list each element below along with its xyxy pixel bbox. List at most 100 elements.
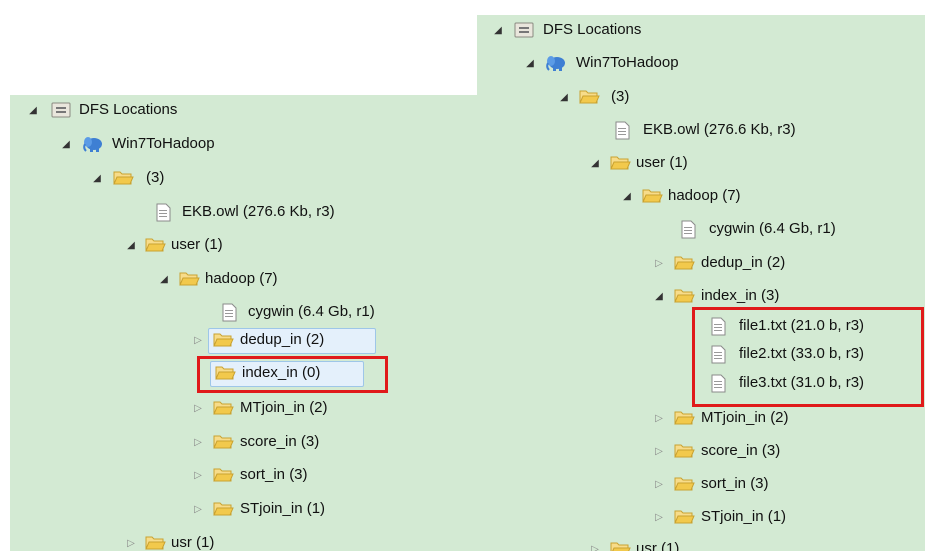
tree-item-label: DFS Locations	[79, 101, 178, 118]
expanded-triangle-icon[interactable]: ◢	[91, 165, 103, 191]
folder-open-icon	[578, 87, 600, 107]
tree-item-label: hadoop (7)	[205, 270, 278, 287]
tree-item-user[interactable]: ◢ user (1)	[10, 232, 478, 258]
tree-item-usr[interactable]: ▷ usr (1)	[477, 536, 925, 551]
folder-open-icon	[212, 432, 234, 452]
tree-item-label: usr (1)	[636, 540, 680, 551]
tree-item-file3[interactable]: file3.txt (31.0 b, r3)	[477, 370, 925, 396]
tree-item-label: DFS Locations	[543, 21, 642, 38]
file-icon	[707, 373, 729, 393]
tree-item-label: sort_in (3)	[701, 475, 769, 492]
tree-item-label: MTjoin_in (2)	[240, 399, 328, 416]
folder-open-icon	[609, 539, 631, 551]
folder-open-icon	[673, 253, 695, 273]
tree-item-connection[interactable]: ◢ Win7ToHadoop	[10, 131, 478, 157]
tree-item-label: dedup_in (2)	[240, 331, 325, 348]
left-project-explorer: ◢ DFS Locations ◢ Win7ToHadoop ◢ (3) EKB…	[10, 95, 478, 551]
tree-item-score-in[interactable]: ▷ score_in (3)	[10, 429, 478, 455]
expanded-triangle-icon[interactable]: ◢	[125, 232, 137, 258]
tree-item-label: (3)	[611, 88, 630, 105]
folder-open-icon	[673, 286, 695, 306]
collapsed-triangle-icon[interactable]: ▷	[192, 395, 204, 421]
expanded-triangle-icon[interactable]: ◢	[589, 150, 601, 176]
collapsed-triangle-icon[interactable]: ▷	[192, 327, 204, 353]
hadoop-elephant-icon	[82, 134, 104, 154]
collapsed-triangle-icon[interactable]: ▷	[125, 530, 137, 551]
folder-open-icon	[673, 507, 695, 527]
expanded-triangle-icon[interactable]: ◢	[158, 266, 170, 292]
collapsed-triangle-icon[interactable]: ▷	[653, 405, 665, 431]
folder-open-icon	[212, 465, 234, 485]
folder-open-icon	[112, 168, 134, 188]
collapsed-triangle-icon[interactable]: ▷	[589, 536, 601, 551]
tree-item-dedup-in[interactable]: ▷ dedup_in (2)	[477, 250, 925, 276]
collapsed-triangle-icon[interactable]: ▷	[192, 462, 204, 488]
tree-item-file[interactable]: EKB.owl (276.6 Kb, r3)	[10, 199, 478, 225]
tree-item-connection[interactable]: ◢ Win7ToHadoop	[477, 50, 925, 76]
tree-item-user[interactable]: ◢ user (1)	[477, 150, 925, 176]
tree-item-dedup-in[interactable]: ▷ dedup_in (2)	[10, 327, 478, 353]
collapsed-triangle-icon[interactable]: ▷	[192, 496, 204, 522]
tree-item-root-dir[interactable]: ◢ (3)	[10, 165, 478, 191]
tree-item-label: STjoin_in (1)	[240, 500, 326, 517]
expanded-triangle-icon[interactable]: ◢	[621, 183, 633, 209]
tree-item-usr[interactable]: ▷ usr (1)	[10, 530, 478, 551]
collapsed-triangle-icon[interactable]: ▷	[192, 429, 204, 455]
expanded-triangle-icon[interactable]: ◢	[60, 131, 72, 157]
tree-item-hadoop[interactable]: ◢ hadoop (7)	[477, 183, 925, 209]
tree-item-label: file1.txt (21.0 b, r3)	[739, 317, 865, 334]
tree-item-file[interactable]: EKB.owl (276.6 Kb, r3)	[477, 117, 925, 143]
collapsed-triangle-icon[interactable]: ▷	[653, 504, 665, 530]
tree-item-label: file2.txt (33.0 b, r3)	[739, 345, 865, 362]
tree-item-label: score_in (3)	[701, 442, 781, 459]
tree-item-score-in[interactable]: ▷ score_in (3)	[477, 438, 925, 464]
tree-item-root-dir[interactable]: ◢ (3)	[477, 84, 925, 110]
tree-item-dfs-locations[interactable]: ◢ DFS Locations	[477, 17, 925, 43]
folder-open-icon	[144, 533, 166, 551]
tree-item-label: STjoin_in (1)	[701, 508, 787, 525]
tree-item-dfs-locations[interactable]: ◢ DFS Locations	[10, 97, 478, 123]
tree-item-file1[interactable]: file1.txt (21.0 b, r3)	[477, 313, 925, 339]
tree-item-mtjoin-in[interactable]: ▷ MTjoin_in (2)	[10, 395, 478, 421]
tree-item-index-in[interactable]: ◢ index_in (3)	[477, 283, 925, 309]
right-project-explorer: ◢ DFS Locations ◢ Win7ToHadoop ◢ (3) EKB…	[477, 15, 925, 551]
tree-item-label: index_in (0)	[242, 364, 321, 381]
tree-item-file[interactable]: cygwin (6.4 Gb, r1)	[477, 216, 925, 242]
tree-item-file2[interactable]: file2.txt (33.0 b, r3)	[477, 341, 925, 367]
tree-item-label: user (1)	[636, 154, 688, 171]
file-icon	[707, 316, 729, 336]
tree-item-sort-in[interactable]: ▷ sort_in (3)	[10, 462, 478, 488]
folder-open-icon	[673, 474, 695, 494]
file-icon	[218, 302, 240, 322]
file-icon	[152, 202, 174, 222]
expanded-triangle-icon[interactable]: ◢	[492, 17, 504, 43]
tree-item-label: (3)	[146, 169, 165, 186]
folder-open-icon	[609, 153, 631, 173]
tree-item-label: hadoop (7)	[668, 187, 741, 204]
expanded-triangle-icon[interactable]: ◢	[27, 97, 39, 123]
hadoop-elephant-icon	[545, 53, 567, 73]
tree-item-sort-in[interactable]: ▷ sort_in (3)	[477, 471, 925, 497]
tree-item-label: Win7ToHadoop	[112, 135, 215, 152]
tree-item-index-in[interactable]: index_in (0)	[10, 360, 478, 386]
tree-item-label: Win7ToHadoop	[576, 54, 679, 71]
collapsed-triangle-icon[interactable]: ▷	[653, 438, 665, 464]
tree-item-mtjoin-in[interactable]: ▷ MTjoin_in (2)	[477, 405, 925, 431]
tree-item-stjoin-in[interactable]: ▷ STjoin_in (1)	[10, 496, 478, 522]
expanded-triangle-icon[interactable]: ◢	[558, 84, 570, 110]
collapsed-triangle-icon[interactable]: ▷	[653, 471, 665, 497]
folder-open-icon	[178, 269, 200, 289]
tree-item-file[interactable]: cygwin (6.4 Gb, r1)	[10, 299, 478, 325]
tree-item-label: dedup_in (2)	[701, 254, 786, 271]
tree-item-label: score_in (3)	[240, 433, 320, 450]
folder-open-icon	[212, 499, 234, 519]
tree-item-label: usr (1)	[171, 534, 215, 551]
tree-item-label: index_in (3)	[701, 287, 780, 304]
tree-item-label: EKB.owl (276.6 Kb, r3)	[182, 203, 335, 220]
collapsed-triangle-icon[interactable]: ▷	[653, 250, 665, 276]
folder-open-icon	[214, 363, 236, 383]
expanded-triangle-icon[interactable]: ◢	[653, 283, 665, 309]
tree-item-stjoin-in[interactable]: ▷ STjoin_in (1)	[477, 504, 925, 530]
expanded-triangle-icon[interactable]: ◢	[524, 50, 536, 76]
tree-item-hadoop[interactable]: ◢ hadoop (7)	[10, 266, 478, 292]
